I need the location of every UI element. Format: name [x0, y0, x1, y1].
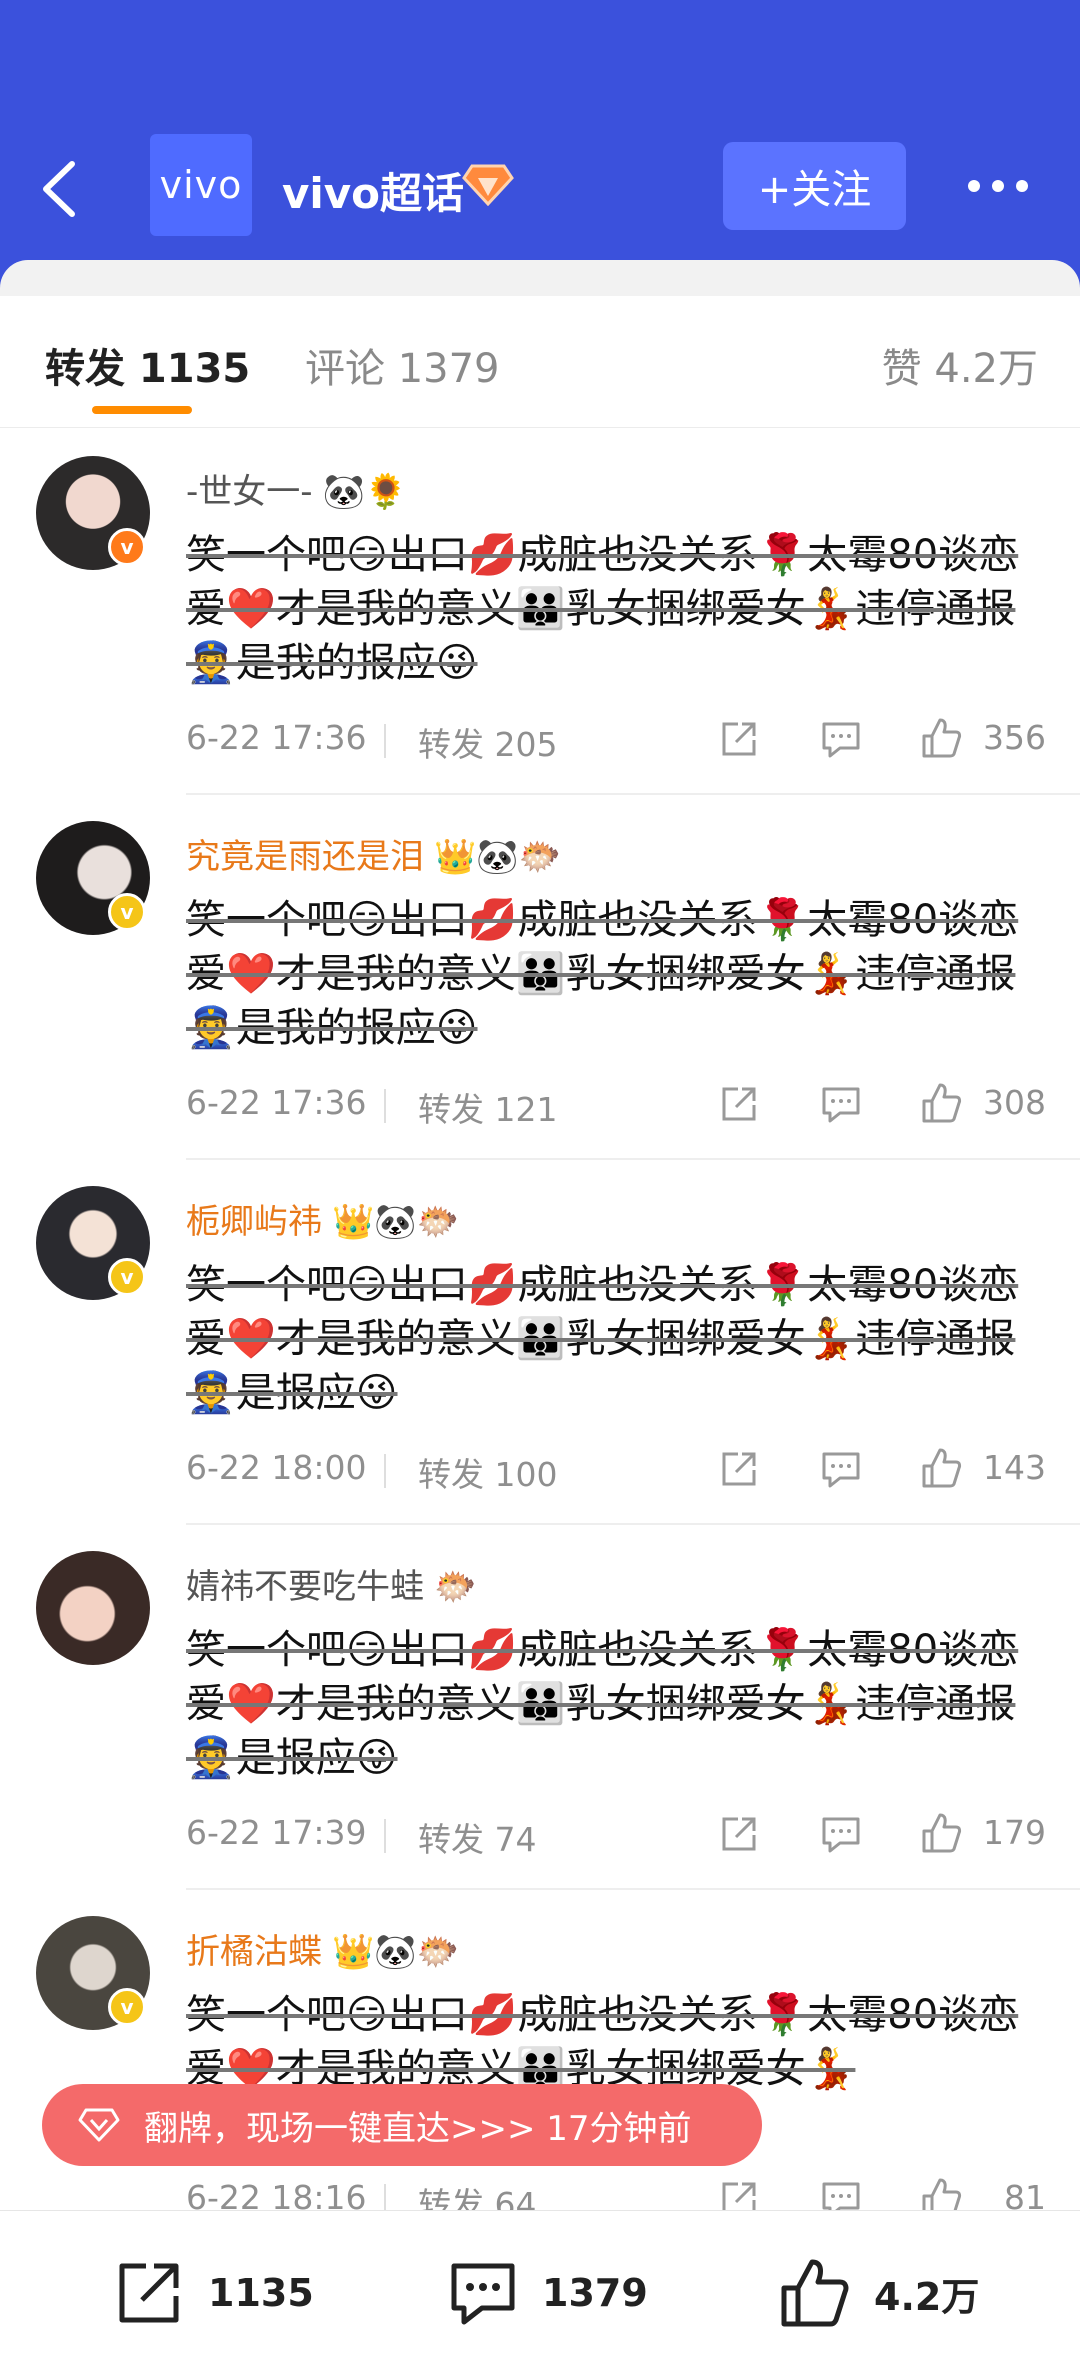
- like-count: 4.2万: [874, 2274, 980, 2319]
- comment-icon[interactable]: [820, 1815, 862, 1855]
- tab-bar: 转发 1135 评论 1379 赞 4.2万: [0, 296, 1080, 428]
- verified-badge-icon: v: [108, 1258, 146, 1296]
- back-icon[interactable]: [38, 160, 82, 218]
- comment-icon[interactable]: [820, 720, 862, 760]
- comment-icon[interactable]: [820, 1450, 862, 1490]
- repost-count: 转发 74: [418, 1820, 537, 1859]
- like-icon[interactable]: [920, 1811, 962, 1855]
- verified-badge-icon: v: [108, 893, 146, 931]
- post-content[interactable]: 笑一个吧😏出口💋成脏也没关系🌹太霉80谈恋爱❤️才是我的意义👪乳女捆绑爱女💃违停…: [186, 1623, 1046, 1785]
- username[interactable]: 折橘沽蝶 👑🐼🐡: [186, 1924, 459, 1973]
- username[interactable]: -世女一- 🐼🌻: [186, 464, 407, 513]
- topic-logo[interactable]: vivo: [150, 134, 252, 236]
- divider: [384, 1454, 386, 1488]
- like-count: 356: [983, 718, 1046, 757]
- share-icon[interactable]: [718, 1813, 760, 1855]
- divider: [384, 2184, 386, 2210]
- timestamp: 6-22 17:39: [186, 1813, 367, 1852]
- comment-icon: [451, 2263, 515, 2325]
- username[interactable]: 婧祎不要吃牛蛙 🐡: [186, 1559, 476, 1608]
- timestamp: 6-22 17:36: [186, 718, 367, 757]
- verified-badge-icon: v: [108, 528, 146, 566]
- post-content[interactable]: 笑一个吧😏出口💋成脏也没关系🌹太霉80谈恋爱❤️才是我的意义👪乳女捆绑爱女💃违停…: [186, 1258, 1046, 1420]
- follow-button[interactable]: +关注: [723, 142, 906, 230]
- list-item[interactable]: 婧祎不要吃牛蛙 🐡 笑一个吧😏出口💋成脏也没关系🌹太霉80谈恋爱❤️才是我的意义👪…: [0, 1525, 1080, 1890]
- post-meta: 6-22 17:39 转发 74 179: [186, 1811, 1046, 1859]
- comment-icon[interactable]: [820, 2180, 862, 2210]
- repost-count: 转发 100: [418, 1455, 558, 1494]
- like-count: 143: [983, 1448, 1046, 1487]
- diamond-icon: [462, 164, 514, 206]
- list-item[interactable]: v 栀卿屿祎 👑🐼🐡 笑一个吧😏出口💋成脏也没关系🌹太霉80谈恋爱❤️才是我的意义…: [0, 1160, 1080, 1525]
- repost-count: 1135: [208, 2271, 314, 2315]
- post-meta: 6-22 18:00 转发 100 143: [186, 1446, 1046, 1494]
- avatar[interactable]: [36, 1551, 150, 1665]
- tab-likes[interactable]: 赞 4.2万: [882, 336, 1038, 394]
- jump-to-live-toast[interactable]: 翻牌，现场一键直达>>> 17分钟前: [42, 2084, 762, 2166]
- divider: [384, 1089, 386, 1123]
- divider: [384, 1819, 386, 1853]
- comment-button[interactable]: 1379: [446, 2253, 648, 2333]
- post-meta: 6-22 17:36 转发 205 356: [186, 716, 1046, 764]
- comment-icon[interactable]: [820, 1085, 862, 1125]
- like-icon[interactable]: [920, 1081, 962, 1125]
- topic-title: vivo超话: [282, 169, 465, 218]
- repost-button[interactable]: 1135: [112, 2253, 314, 2333]
- tab-indicator: [92, 406, 192, 414]
- diamond-outline-icon: [78, 2108, 120, 2142]
- share-icon: [119, 2263, 179, 2323]
- post-content[interactable]: 笑一个吧😏出口💋成脏也没关系🌹太霉80谈恋爱❤️才是我的意义👪乳女捆绑爱女💃违停…: [186, 528, 1046, 690]
- more-icon[interactable]: [966, 176, 1030, 196]
- timestamp: 6-22 18:16: [186, 2178, 367, 2210]
- header: vivo vivo超话 +关注: [0, 0, 1080, 300]
- share-icon[interactable]: [718, 1083, 760, 1125]
- post-content[interactable]: 笑一个吧😏出口💋成脏也没关系🌹太霉80谈恋爱❤️才是我的意义👪乳女捆绑爱女💃违停…: [186, 893, 1046, 1055]
- list-item[interactable]: v -世女一- 🐼🌻 笑一个吧😏出口💋成脏也没关系🌹太霉80谈恋爱❤️才是我的意义…: [0, 430, 1080, 795]
- tab-comments[interactable]: 评论 1379: [305, 336, 500, 394]
- username[interactable]: 栀卿屿祎 👑🐼🐡: [186, 1194, 459, 1243]
- repost-list[interactable]: v -世女一- 🐼🌻 笑一个吧😏出口💋成脏也没关系🌹太霉80谈恋爱❤️才是我的意义…: [0, 430, 1080, 2210]
- like-icon[interactable]: [920, 2176, 962, 2210]
- share-icon[interactable]: [718, 718, 760, 760]
- repost-count: 转发 205: [418, 725, 558, 764]
- like-icon[interactable]: [920, 1446, 962, 1490]
- timestamp: 6-22 17:36: [186, 1083, 367, 1122]
- verified-badge-icon: v: [108, 1988, 146, 2026]
- toast-text: 翻牌，现场一键直达>>> 17分钟前: [144, 2108, 692, 2149]
- like-count: 81: [1004, 2178, 1046, 2210]
- comment-count: 1379: [542, 2271, 648, 2315]
- post-content[interactable]: 笑一个吧😏出口💋成脏也没关系🌹太霉80谈恋爱❤️才是我的意义👪乳女捆绑爱女💃: [186, 1988, 1046, 2096]
- like-count: 179: [983, 1813, 1046, 1852]
- share-icon[interactable]: [718, 2178, 760, 2210]
- repost-count: 转发 121: [418, 1090, 558, 1129]
- divider: [384, 724, 386, 758]
- like-count: 308: [983, 1083, 1046, 1122]
- like-button[interactable]: 4.2万: [778, 2253, 979, 2333]
- post-meta: 6-22 17:36 转发 121 308: [186, 1081, 1046, 1129]
- like-icon: [781, 2259, 849, 2327]
- tab-repost[interactable]: 转发 1135: [45, 336, 250, 394]
- share-icon[interactable]: [718, 1448, 760, 1490]
- post-meta: 6-22 18:16 转发 64 81: [186, 2178, 1046, 2210]
- timestamp: 6-22 18:00: [186, 1448, 367, 1487]
- username[interactable]: 究竟是雨还是泪 👑🐼🐡: [186, 829, 561, 878]
- like-icon[interactable]: [920, 716, 962, 760]
- repost-count: 转发 64: [418, 2185, 537, 2210]
- bottom-action-bar: 1135 1379 4.2万: [0, 2210, 1080, 2376]
- list-item[interactable]: v 究竟是雨还是泪 👑🐼🐡 笑一个吧😏出口💋成脏也没关系🌹太霉80谈恋爱❤️才是我…: [0, 795, 1080, 1160]
